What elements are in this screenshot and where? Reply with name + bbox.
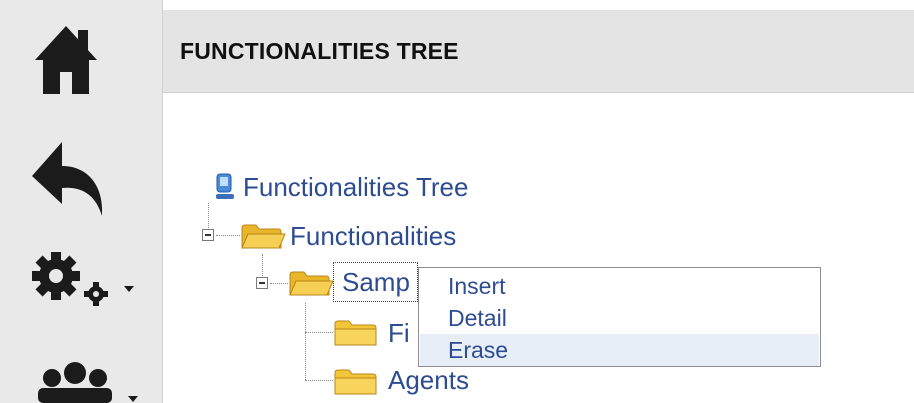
back-arrow-icon[interactable] <box>28 138 108 220</box>
settings-gears-icon[interactable] <box>26 250 136 312</box>
context-menu: Insert Detail Erase <box>418 267 821 367</box>
sidebar <box>0 0 163 403</box>
tree-connector <box>216 235 240 236</box>
tree-connector <box>305 332 333 333</box>
folder-open-icon <box>289 271 334 296</box>
tree-connector <box>305 303 306 380</box>
collapse-toggle[interactable] <box>202 229 214 241</box>
page-title: FUNCTIONALITIES TREE <box>180 38 459 64</box>
tree-node-sample: Samp <box>342 267 410 297</box>
folder-icon <box>334 369 377 395</box>
tree-connector <box>208 203 209 228</box>
menu-item-detail[interactable]: Detail <box>420 302 819 334</box>
home-icon[interactable] <box>33 22 99 98</box>
menu-item-erase[interactable]: Erase <box>420 334 819 366</box>
users-icon[interactable] <box>30 360 140 403</box>
page-header: FUNCTIONALITIES TREE <box>163 10 914 93</box>
menu-item-insert[interactable]: Insert <box>420 270 819 302</box>
collapse-toggle[interactable] <box>256 277 268 289</box>
tree-root-label[interactable]: Functionalities Tree <box>243 172 468 203</box>
selected-tree-node[interactable]: Samp <box>333 262 418 302</box>
tree-connector <box>305 380 333 381</box>
tree-node-child[interactable]: Fi <box>388 318 410 349</box>
tree-node-agents[interactable]: Agents <box>388 365 469 396</box>
folder-icon <box>334 320 377 346</box>
tree-node-functionalities[interactable]: Functionalities <box>290 221 456 252</box>
folder-open-icon <box>241 224 286 249</box>
computer-icon <box>216 173 234 199</box>
tree-connector <box>270 283 288 284</box>
tree-connector <box>262 254 263 276</box>
